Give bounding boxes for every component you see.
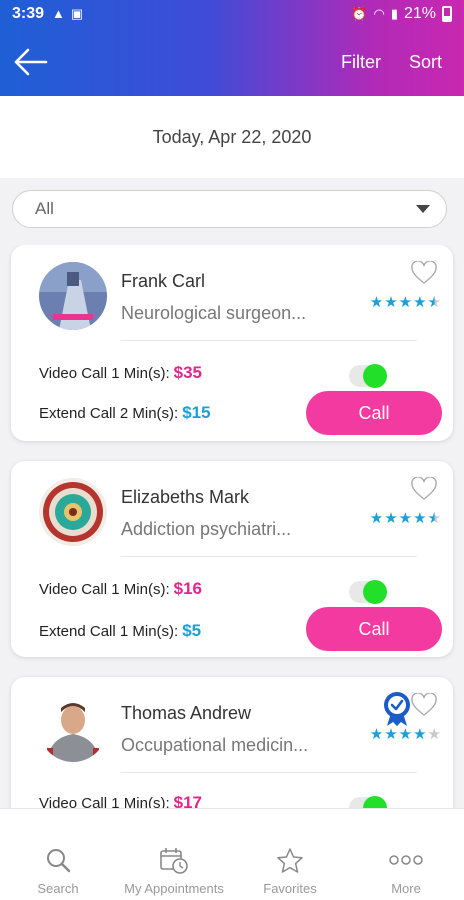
video-call-price: $17 (173, 793, 202, 808)
star-icon: ★ (398, 726, 413, 743)
notification-icon: ▲ (52, 6, 65, 21)
app-bar-actions: Filter Sort (341, 52, 464, 73)
doctor-specialty: Occupational medicin... (121, 735, 309, 755)
favorite-heart-icon[interactable] (411, 693, 437, 717)
wifi-icon: ◠ (373, 6, 385, 21)
extend-call-label: Extend Call 1 Min(s): (39, 623, 179, 640)
doctor-name: Elizabeths Mark (121, 487, 250, 507)
star-icon: ★ (384, 510, 398, 527)
extend-call-price: $5 (182, 621, 202, 640)
star-icon: ★ (413, 294, 427, 311)
filter-button[interactable]: Filter (341, 52, 381, 73)
star-icon: ★ (369, 726, 384, 743)
nav-label-my-appointments: My Appointments (124, 881, 224, 896)
battery-percent: 21% (403, 5, 436, 22)
rating-stars: ★ ★ ★ ★ ★ (370, 295, 441, 310)
avatar (39, 478, 107, 546)
nav-item-my-appointments[interactable]: My Appointments (116, 809, 232, 900)
doctor-specialty: Neurological surgeon... (121, 303, 307, 323)
nav-label-search: Search (37, 881, 79, 896)
video-call-fee: Video Call 1 Min(s): $35 (39, 363, 202, 383)
star-icon: ★ (384, 726, 398, 743)
video-call-label: Video Call 1 Min(s): (39, 581, 170, 598)
star-outline-icon (277, 848, 303, 873)
extend-call-fee: Extend Call 1 Min(s): $5 (39, 621, 201, 641)
extend-call-price: $15 (182, 403, 211, 422)
category-dropdown[interactable]: All (12, 190, 447, 228)
star-icon: ★ (413, 510, 427, 527)
toggle-knob (363, 364, 387, 388)
more-dots-icon (389, 855, 423, 865)
doctor-card[interactable]: Thomas Andrew Occupational medicin... ★ ★… (11, 677, 453, 808)
star-icon: ★ (398, 294, 413, 311)
star-icon: ★ (398, 510, 413, 527)
image-icon: ▣ (70, 6, 84, 21)
star-icon: ★ (384, 294, 398, 311)
alarm-icon: ⏰ (351, 6, 368, 21)
video-call-label: Video Call 1 Min(s): (39, 365, 170, 382)
back-arrow-icon (14, 48, 48, 76)
verified-badge-icon (384, 692, 410, 726)
nav-item-favorites[interactable]: Favorites (232, 809, 348, 900)
video-call-fee: Video Call 1 Min(s): $17 (39, 793, 202, 808)
nav-label-favorites: Favorites (263, 881, 317, 896)
call-button[interactable]: Call (306, 607, 442, 651)
online-status-toggle[interactable] (349, 364, 387, 388)
video-call-label: Video Call 1 Min(s): (39, 795, 170, 808)
dropdown-selected-value: All (35, 199, 54, 218)
star-icon: ★ (427, 510, 441, 527)
doctor-specialty: Addiction psychiatri... (121, 519, 292, 539)
avatar (39, 694, 107, 762)
star-icon: ★ (369, 510, 384, 527)
toggle-knob (363, 580, 387, 604)
extend-call-fee: Extend Call 2 Min(s): $15 (39, 403, 211, 423)
nav-item-more[interactable]: More (348, 809, 464, 900)
call-button[interactable]: Call (306, 391, 442, 435)
toggle-knob (363, 796, 387, 808)
doctor-list[interactable]: Frank Carl Neurological surgeon... ★ ★ ★ ★ ★… (0, 245, 464, 808)
calendar-clock-icon (160, 848, 188, 874)
star-icon: ★ (369, 294, 384, 311)
status-time: 3:39 (12, 5, 45, 22)
chevron-down-icon (416, 205, 430, 213)
date-header: Today, Apr 22, 2020 (0, 96, 464, 178)
star-icon: ★ (427, 294, 441, 311)
rating-stars: ★ ★ ★ ★ ★ (370, 511, 441, 526)
favorite-heart-icon[interactable] (411, 261, 437, 285)
notification-icons: ▲ ▣ (52, 6, 83, 22)
favorite-heart-icon[interactable] (411, 477, 437, 501)
sort-button[interactable]: Sort (409, 52, 442, 73)
star-icon: ★ (413, 726, 427, 743)
search-icon (47, 849, 71, 873)
date-text: Today, Apr 22, 2020 (152, 126, 312, 147)
avatar (39, 262, 107, 330)
extend-call-label: Extend Call 2 Min(s): (39, 405, 179, 422)
doctor-name: Thomas Andrew (121, 703, 252, 723)
video-call-price: $35 (173, 363, 202, 382)
back-button[interactable] (0, 28, 60, 96)
online-status-toggle[interactable] (349, 796, 387, 808)
signal-icon: ▮ (390, 6, 398, 21)
doctor-card[interactable]: Elizabeths Mark Addiction psychiatri... … (11, 461, 453, 657)
divider (121, 772, 417, 773)
nav-label-more: More (391, 881, 421, 896)
divider (121, 340, 417, 341)
battery-icon (442, 6, 452, 22)
doctor-name: Frank Carl (121, 271, 206, 291)
app-bar: Filter Sort (0, 28, 464, 96)
video-call-price: $16 (173, 579, 202, 598)
online-status-toggle[interactable] (349, 580, 387, 604)
star-icon: ★ (427, 726, 441, 743)
nav-item-search[interactable]: Search (0, 809, 116, 900)
video-call-fee: Video Call 1 Min(s): $16 (39, 579, 202, 599)
status-right: ⏰ ◠ ▮ 21% (351, 5, 452, 23)
doctor-card[interactable]: Frank Carl Neurological surgeon... ★ ★ ★ ★ ★… (11, 245, 453, 441)
bottom-navigation: Search My Appointments Favorites More (0, 808, 464, 900)
status-bar: 3:39 ▲ ▣ ⏰ ◠ ▮ 21% (0, 0, 464, 28)
divider (121, 556, 417, 557)
rating-stars: ★ ★ ★ ★ ★ (370, 727, 441, 742)
